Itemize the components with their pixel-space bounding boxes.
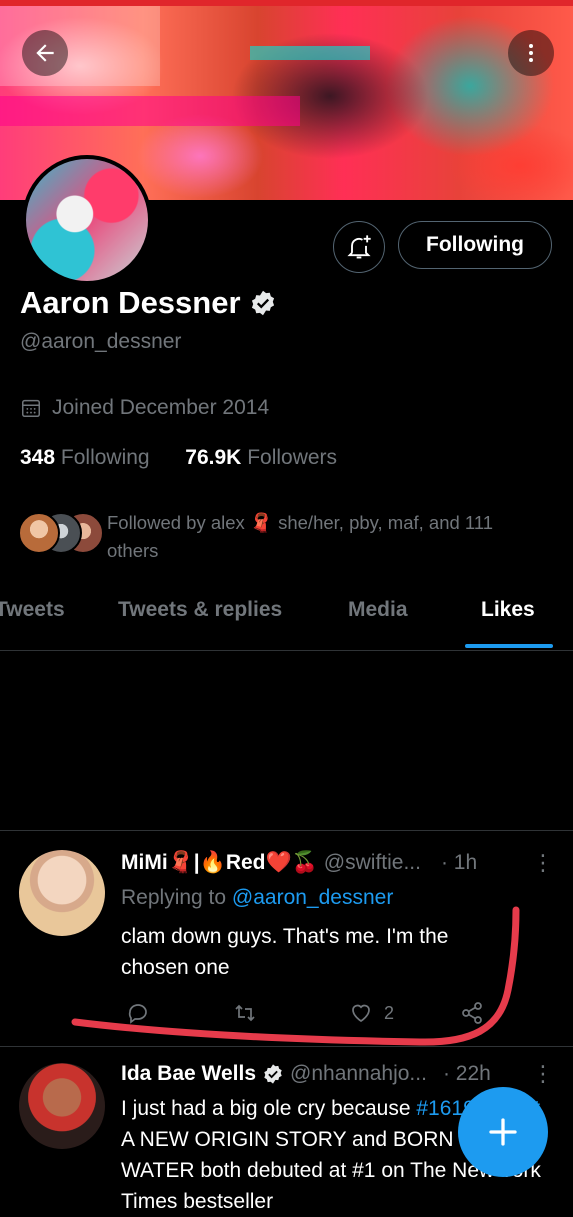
- profile-name-row: Aaron Dessner: [20, 285, 277, 321]
- divider: [0, 830, 573, 831]
- heart-icon: [352, 1004, 370, 1023]
- following-count: 348: [20, 446, 56, 469]
- plus-icon: [489, 1118, 517, 1146]
- banner-art: [0, 96, 300, 126]
- retweet-icon: [235, 1004, 255, 1022]
- profile-avatar[interactable]: [22, 155, 152, 285]
- tweet-text: clam down guys. That's me. I'm the chose…: [121, 925, 449, 979]
- tweet-header: MiMi🧣|🔥Red❤️🍒 @swiftie... · 1h: [121, 851, 477, 875]
- tweet-avatar[interactable]: [19, 1063, 105, 1149]
- tab-tweets-replies[interactable]: Tweets & replies: [118, 598, 282, 622]
- following-stat[interactable]: 348 Following: [20, 446, 150, 469]
- reply-icon: [128, 1004, 147, 1024]
- retweet-action[interactable]: [232, 1001, 258, 1025]
- like-count: 2: [384, 1002, 395, 1023]
- tweet-more-icon[interactable]: ⋮: [532, 1061, 554, 1087]
- profile-name: Aaron Dessner: [20, 285, 241, 320]
- tweet-time[interactable]: · 1h: [441, 851, 477, 875]
- tweet-header: Ida Bae Wells @nhannahjo... · 22h: [121, 1062, 491, 1086]
- reply-action[interactable]: [126, 1001, 150, 1025]
- like-action[interactable]: 2: [348, 1001, 394, 1025]
- notifications-button[interactable]: [333, 221, 385, 273]
- compose-tweet-button[interactable]: [458, 1087, 548, 1177]
- active-tab-indicator: [465, 644, 553, 648]
- tweet-handle[interactable]: @swiftie...: [324, 851, 421, 875]
- follow-stats: 348 Following 76.9K Followers: [20, 446, 337, 470]
- reply-to-label: Replying to: [121, 886, 227, 909]
- reply-to-handle[interactable]: @aaron_dessner: [232, 886, 393, 909]
- tweet-more-icon[interactable]: ⋮: [532, 850, 554, 876]
- profile-handle: @aaron_dessner: [20, 330, 182, 353]
- more-options-button[interactable]: [508, 30, 554, 76]
- followed-by-text[interactable]: Followed by alex 🧣 she/her, pby, maf, an…: [107, 509, 547, 565]
- followed-by-avatars[interactable]: [18, 512, 104, 554]
- tweet-time[interactable]: · 22h: [443, 1062, 491, 1086]
- tweet-handle[interactable]: @nhannahjo...: [290, 1062, 427, 1086]
- tab-tweets[interactable]: Tweets: [0, 598, 65, 622]
- avatar: [18, 512, 60, 554]
- verified-badge-icon: [264, 1064, 282, 1084]
- joined-date: Joined December 2014: [52, 396, 270, 419]
- following-button[interactable]: Following: [398, 221, 552, 269]
- followers-stat[interactable]: 76.9K Followers: [185, 446, 337, 469]
- reply-to-line: Replying to @aaron_dessner: [121, 886, 393, 910]
- share-action[interactable]: [460, 1001, 484, 1025]
- joined-row: Joined December 2014: [20, 396, 269, 420]
- divider: [0, 1046, 573, 1047]
- tab-media[interactable]: Media: [348, 598, 408, 622]
- more-vertical-icon: [529, 44, 533, 62]
- following-label: Following: [60, 446, 150, 469]
- back-button[interactable]: [22, 30, 68, 76]
- banner-art: [250, 46, 370, 60]
- tweet-text-prefix: I just had a big ole cry because: [121, 1097, 411, 1120]
- calendar-icon: [22, 399, 40, 417]
- followers-label: Followers: [247, 446, 338, 469]
- followers-count: 76.9K: [185, 446, 242, 469]
- tweet-display-name[interactable]: Ida Bae Wells: [121, 1062, 256, 1086]
- tab-likes[interactable]: Likes: [481, 598, 535, 622]
- share-icon: [462, 1002, 482, 1024]
- arrow-left-icon: [36, 44, 54, 62]
- tweet-avatar[interactable]: [19, 850, 105, 936]
- profile-tabs: Tweets Tweets & replies Media Likes: [0, 588, 573, 651]
- tweet-display-name[interactable]: MiMi🧣|🔥Red❤️🍒: [121, 851, 318, 875]
- verified-badge-icon: [251, 290, 274, 316]
- bell-plus-icon: [347, 235, 371, 259]
